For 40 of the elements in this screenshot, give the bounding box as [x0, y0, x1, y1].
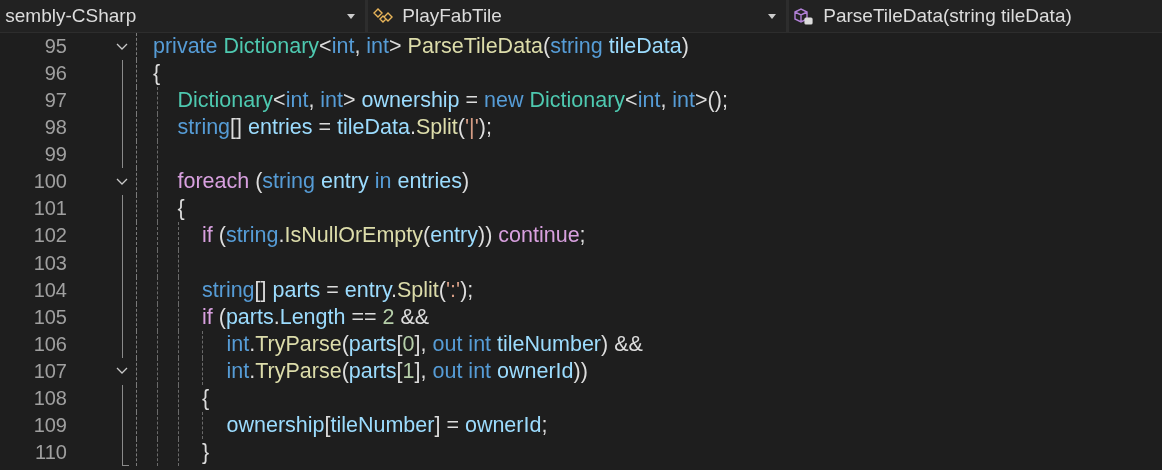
- code-line: int.TryParse(parts[1], out int ownerId)): [226, 358, 588, 384]
- method-icon: [793, 7, 815, 25]
- line-number: 110: [34, 440, 67, 464]
- line-number: 98: [43, 116, 67, 140]
- code-line: string[] parts = entry.Split(':');: [202, 277, 474, 303]
- code-line: {: [202, 385, 210, 411]
- line-number: 96: [43, 62, 67, 86]
- line-number: 108: [32, 386, 67, 410]
- navigation-dropdown[interactable]: PlayFabTile: [368, 0, 786, 32]
- line-number: 97: [43, 89, 67, 113]
- line-number: 102: [32, 224, 67, 248]
- code-line: {: [153, 61, 161, 87]
- line-number: 105: [32, 305, 67, 329]
- line-number: 103: [32, 251, 67, 275]
- line-number: 99: [43, 143, 67, 167]
- line-number: 101: [32, 197, 67, 221]
- code-line: string[] entries = tileData.Split('|');: [177, 115, 492, 141]
- class-icon: [372, 7, 394, 25]
- line-number: 100: [32, 170, 67, 194]
- collapse-chevron-icon[interactable]: [116, 177, 128, 186]
- line-number: 109: [32, 413, 67, 437]
- navigation-dropdown[interactable]: sembly-CSharp: [0, 0, 365, 32]
- code-line: ownership[tileNumber] = ownerId;: [226, 412, 548, 438]
- code-line: Dictionary<int, int> ownership = new Dictionary<int, int>();: [177, 88, 728, 114]
- code-line: {: [177, 196, 185, 222]
- code-line: private Dictionary<int, int> ParseTileData(string tileData): [153, 34, 689, 60]
- caret-icon: [347, 13, 355, 19]
- caret-icon: [768, 13, 776, 19]
- line-number: 95: [43, 35, 67, 59]
- line-number: 104: [32, 278, 67, 302]
- line-number: 106: [32, 332, 67, 356]
- navigation-dropdown[interactable]: ParseTileData(string tileData): [789, 0, 1162, 32]
- code-line: }: [202, 439, 210, 465]
- code-line: int.TryParse(parts[0], out int tileNumber) &&: [226, 331, 643, 357]
- line-number: 107: [32, 359, 67, 383]
- code-line: foreach (string entry in entries): [177, 169, 470, 195]
- collapse-chevron-icon[interactable]: [116, 42, 128, 51]
- collapse-chevron-icon[interactable]: [116, 367, 128, 376]
- code-line: if (parts.Length == 2 &&: [202, 304, 430, 330]
- code-line: if (string.IsNullOrEmpty(entry)) continue;: [202, 223, 586, 249]
